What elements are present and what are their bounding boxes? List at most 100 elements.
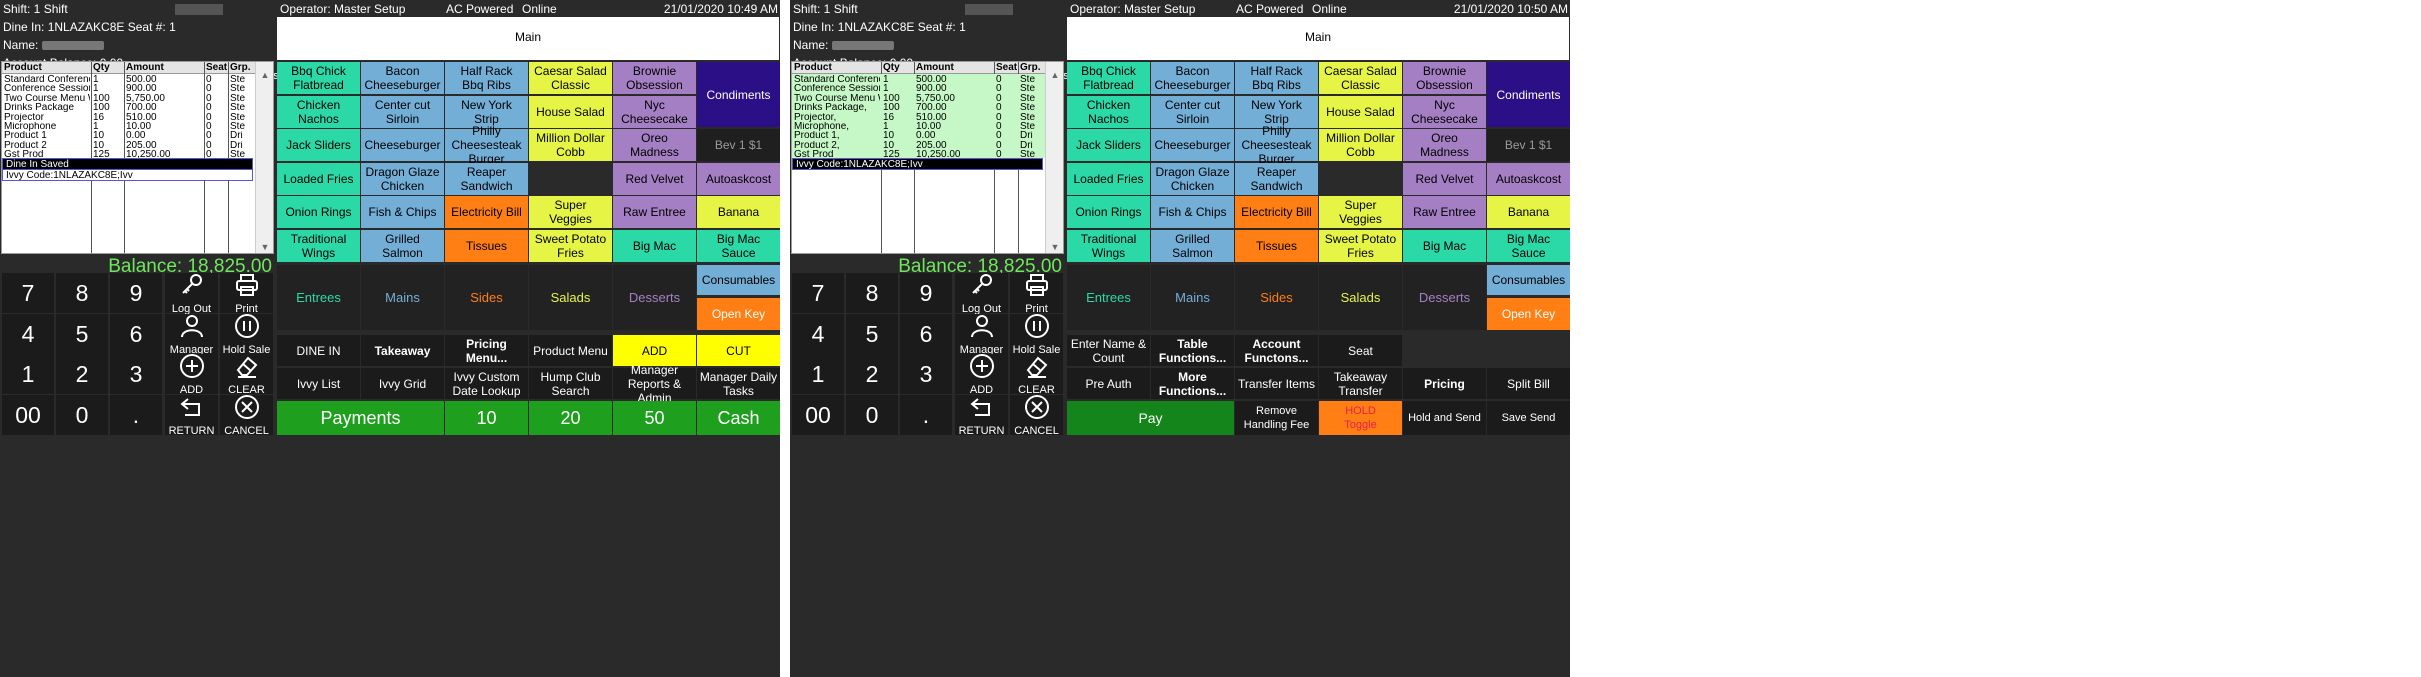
return-button[interactable]: RETURN [955, 395, 1008, 437]
product-dragon-glaze-chicken[interactable]: Dragon Glaze Chicken [1151, 162, 1234, 195]
product-big-mac[interactable]: Big Mac [613, 230, 696, 262]
product-super-veggies[interactable]: Super Veggies [1319, 196, 1402, 229]
scroll-down-icon[interactable]: ▼ [256, 242, 273, 252]
product-banana[interactable]: Banana [1487, 196, 1570, 229]
product-traditional-wings[interactable]: Traditional Wings [1067, 230, 1150, 262]
action-seat[interactable]: Seat [1319, 335, 1402, 366]
product-half-rack-bbq-ribs[interactable]: Half Rack Bbq Ribs [445, 62, 528, 94]
category-desserts[interactable]: Desserts [1403, 265, 1486, 330]
action-account-functons[interactable]: Account Functons... [1235, 335, 1318, 366]
consumables-button[interactable]: Consumables [1487, 265, 1570, 295]
product-jack-sliders[interactable]: Jack Sliders [1067, 129, 1150, 162]
product-red-velvet[interactable]: Red Velvet [613, 162, 696, 195]
keypad-2[interactable]: 2 [846, 354, 898, 394]
product-bbq-chick-flatbread[interactable]: Bbq Chick Flatbread [1067, 62, 1150, 94]
scroll-up-icon[interactable]: ▲ [256, 70, 273, 80]
keypad-4[interactable]: 4 [792, 314, 844, 354]
action-pricing[interactable]: Pricing [1403, 368, 1486, 399]
product-million-dollar-cobb[interactable]: Million Dollar Cobb [529, 129, 612, 162]
keypad-7[interactable]: 7 [792, 273, 844, 313]
keypad-00[interactable]: 00 [792, 395, 844, 435]
clear-button[interactable]: CLEAR [1010, 354, 1063, 396]
cancel-button[interactable]: CANCEL [220, 394, 273, 437]
action-product-menu[interactable]: Product Menu [529, 335, 612, 366]
product-electricity-bill[interactable]: Electricity Bill [1235, 196, 1318, 229]
hold-sale-button[interactable]: Hold Sale [1010, 313, 1063, 356]
keypad-5[interactable]: 5 [56, 314, 108, 354]
product-bev-1-1[interactable]: Bev 1 $1 [1487, 129, 1570, 162]
keypad-0[interactable]: 0 [56, 395, 108, 435]
return-button[interactable]: RETURN [165, 395, 218, 437]
quick-cash-50[interactable]: 50 [613, 401, 696, 435]
product-center-cut-sirloin[interactable]: Center cut Sirloin [361, 95, 444, 128]
column-header-product[interactable]: Product [794, 62, 881, 74]
hold-toggle-button[interactable]: HOLD Toggle [1319, 401, 1402, 435]
quick-cash-10[interactable]: 10 [445, 401, 528, 435]
keypad-5[interactable]: 5 [846, 314, 898, 354]
product-million-dollar-cobb[interactable]: Million Dollar Cobb [1319, 129, 1402, 162]
column-header-seat[interactable]: Seat [996, 62, 1018, 74]
product-big-mac-sauce[interactable]: Big Mac Sauce [1487, 230, 1570, 262]
product-house-salad[interactable]: House Salad [529, 95, 612, 128]
remove-handling-fee-button[interactable]: Remove Handling Fee [1235, 401, 1318, 435]
product-red-velvet[interactable]: Red Velvet [1403, 162, 1486, 195]
product-nyc-cheesecake[interactable]: Nyc Cheesecake [613, 95, 696, 128]
ivvy-code-row[interactable]: Ivvy Code:1NLAZAKC8E;Ivv [2, 169, 253, 181]
keypad-9[interactable]: 9 [110, 273, 162, 313]
keypad-0[interactable]: 0 [846, 395, 898, 435]
keypad-1[interactable]: 1 [2, 354, 54, 394]
clear-button[interactable]: CLEAR [220, 354, 273, 396]
keypad-3[interactable]: 3 [900, 354, 952, 394]
product-autoaskcost[interactable]: Autoaskcost [1487, 162, 1570, 195]
order-list-scrollbar[interactable]: ▲ ▼ [1045, 62, 1063, 253]
action-manager-reports-admin[interactable]: Manager Reports & Admin [613, 363, 696, 405]
product-cheeseburger[interactable]: Cheeseburger [361, 129, 444, 162]
keypad-9[interactable]: 9 [900, 273, 952, 313]
keypad-2[interactable]: 2 [56, 354, 108, 394]
product-bacon-cheeseburger[interactable]: Bacon Cheeseburger [361, 62, 444, 94]
product-bacon-cheeseburger[interactable]: Bacon Cheeseburger [1151, 62, 1234, 94]
product-brownie-obsession[interactable]: Brownie Obsession [1403, 62, 1486, 94]
keypad-8[interactable]: 8 [846, 273, 898, 313]
action-manager-daily-tasks[interactable]: Manager Daily Tasks [697, 368, 780, 399]
keypad-3[interactable]: 3 [110, 354, 162, 394]
log-out-button[interactable]: Log Out [165, 273, 218, 315]
product-center-cut-sirloin[interactable]: Center cut Sirloin [1151, 95, 1234, 128]
action-more-functions[interactable]: More Functions... [1151, 368, 1234, 399]
product-half-rack-bbq-ribs[interactable]: Half Rack Bbq Ribs [1235, 62, 1318, 94]
keypad-6[interactable]: 6 [110, 314, 162, 354]
category-mains[interactable]: Mains [361, 265, 444, 330]
column-header-amount[interactable]: Amount [916, 62, 994, 74]
keypad-1[interactable]: 1 [792, 354, 844, 394]
quick-cash-20[interactable]: 20 [529, 401, 612, 435]
product-philly-cheesesteak-burger[interactable]: Philly Cheesesteak Burger [1235, 124, 1318, 166]
product-bev-1-1[interactable]: Bev 1 $1 [697, 129, 780, 162]
product-condiments[interactable]: Condiments [1487, 62, 1570, 127]
column-header-amount[interactable]: Amount [126, 62, 204, 74]
scroll-down-icon[interactable]: ▼ [1046, 242, 1063, 252]
cancel-button[interactable]: CANCEL [1010, 394, 1063, 437]
order-list[interactable]: Product Qty Amount Seat Grp. Standard Confere… [791, 61, 1064, 254]
column-header-grp[interactable]: Grp. [230, 62, 256, 74]
product-tissues[interactable]: Tissues [445, 230, 528, 262]
product-grilled-salmon[interactable]: Grilled Salmon [1151, 230, 1234, 262]
add-button[interactable]: ADD [165, 353, 218, 396]
product-big-mac[interactable]: Big Mac [1403, 230, 1486, 262]
scroll-up-icon[interactable]: ▲ [1046, 70, 1063, 80]
product-raw-entree[interactable]: Raw Entree [613, 196, 696, 229]
product-onion-rings[interactable]: Onion Rings [277, 196, 360, 229]
product-autoaskcost[interactable]: Autoaskcost [697, 162, 780, 195]
action-ivvy-grid[interactable]: Ivvy Grid [361, 368, 444, 399]
keypad-dot[interactable]: . [900, 395, 952, 435]
category-sides[interactable]: Sides [1235, 265, 1318, 330]
pay-button[interactable]: Pay [1067, 401, 1234, 435]
open-key-button[interactable]: Open Key [697, 298, 780, 330]
action-table-functions[interactable]: Table Functions... [1151, 335, 1234, 366]
product-bbq-chick-flatbread[interactable]: Bbq Chick Flatbread [277, 62, 360, 94]
hold-and-send-button[interactable]: Hold and Send [1403, 401, 1486, 435]
product-philly-cheesesteak-burger[interactable]: Philly Cheesesteak Burger [445, 124, 528, 166]
action-split-bill[interactable]: Split Bill [1487, 368, 1570, 399]
product-jack-sliders[interactable]: Jack Sliders [277, 129, 360, 162]
keypad-8[interactable]: 8 [56, 273, 108, 313]
category-entrees[interactable]: Entrees [1067, 265, 1150, 330]
